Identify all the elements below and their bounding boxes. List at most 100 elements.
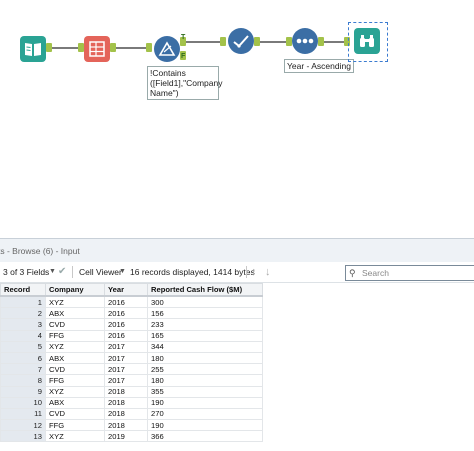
record-cell[interactable]: 1: [0, 295, 46, 309]
record-cell[interactable]: 4: [0, 329, 46, 342]
table-cell[interactable]: ABX: [45, 396, 105, 409]
filter-input-anchor[interactable]: [146, 43, 152, 52]
record-cell[interactable]: 10: [0, 396, 46, 409]
sample-tool[interactable]: [228, 28, 254, 54]
sample-input-anchor[interactable]: [220, 37, 226, 46]
table-cell[interactable]: CVD: [45, 363, 105, 376]
toolbar-divider: [72, 266, 73, 278]
table-cell[interactable]: 344: [147, 340, 263, 353]
table-cell[interactable]: 180: [147, 351, 263, 365]
viewer-dropdown-icon[interactable]: ▼: [119, 262, 126, 282]
table-cell[interactable]: CVD: [45, 318, 105, 331]
table-row[interactable]: 4 FFG 2016 165: [0, 329, 263, 342]
table-cell[interactable]: 255: [147, 363, 263, 376]
table-row[interactable]: 2 ABX 2016 156: [0, 307, 263, 320]
input-output-anchor[interactable]: [46, 43, 52, 52]
table-row[interactable]: 10 ABX 2018 190: [0, 396, 263, 409]
table-cell[interactable]: XYZ: [45, 340, 105, 353]
arrow-down-icon[interactable]: ↓: [265, 262, 271, 282]
table-cell[interactable]: 165: [147, 329, 263, 342]
arrow-up-icon[interactable]: ↑: [251, 262, 257, 282]
table-cell[interactable]: 190: [147, 419, 263, 432]
table-cell[interactable]: 355: [147, 385, 263, 398]
record-cell[interactable]: 11: [0, 407, 46, 421]
record-cell[interactable]: 2: [0, 307, 46, 320]
table-cell[interactable]: 2016: [104, 318, 148, 331]
table-cell[interactable]: 2017: [104, 340, 148, 353]
table-row[interactable]: 1 XYZ 2016 300: [0, 295, 263, 309]
workflow-canvas[interactable]: T F !Contains ([Field1],"Company Name") …: [0, 0, 474, 238]
cell-viewer-selector[interactable]: Cell Viewer: [79, 262, 122, 282]
column-header-company[interactable]: Company: [45, 283, 105, 297]
table-cell[interactable]: 2018: [104, 407, 148, 421]
fields-selector[interactable]: 3 of 3 Fields: [3, 262, 49, 282]
checkmark-icon[interactable]: ✔: [58, 262, 66, 282]
table-cell[interactable]: 2017: [104, 363, 148, 376]
table-row[interactable]: 12 FFG 2018 190: [0, 419, 263, 432]
table-cell[interactable]: 2016: [104, 295, 148, 309]
search-box[interactable]: ⚲ Search: [345, 265, 474, 281]
search-icon: ⚲: [349, 268, 356, 278]
column-header-record[interactable]: Record: [0, 283, 46, 297]
table-cell[interactable]: FFG: [45, 419, 105, 432]
results-title: ts - Browse (6) - Input: [0, 246, 80, 256]
select-tool[interactable]: [84, 36, 110, 62]
table-cell[interactable]: 270: [147, 407, 263, 421]
table-cell[interactable]: 2016: [104, 329, 148, 342]
table-cell[interactable]: 2016: [104, 307, 148, 320]
table-cell[interactable]: 233: [147, 318, 263, 331]
records-status: 16 records displayed, 1414 bytes: [130, 267, 255, 277]
table-row[interactable]: 11 CVD 2018 270: [0, 407, 263, 421]
filter-true-label: T: [181, 34, 186, 41]
table-cell[interactable]: 2017: [104, 351, 148, 365]
book-icon: [25, 43, 41, 56]
column-header-year[interactable]: Year: [104, 283, 148, 297]
record-cell[interactable]: 13: [0, 430, 46, 443]
table-cell[interactable]: ABX: [45, 351, 105, 365]
table-cell[interactable]: 2018: [104, 396, 148, 409]
record-cell[interactable]: 12: [0, 419, 46, 432]
table-cell[interactable]: 156: [147, 307, 263, 320]
filter-tool[interactable]: [154, 36, 180, 62]
input-tool[interactable]: [20, 36, 46, 62]
table-row[interactable]: 6 ABX 2017 180: [0, 351, 263, 365]
table-cell[interactable]: 180: [147, 374, 263, 387]
table-cell[interactable]: 2019: [104, 430, 148, 443]
browse-tool[interactable]: [354, 28, 380, 54]
table-row[interactable]: 9 XYZ 2018 355: [0, 385, 263, 398]
table-row[interactable]: 3 CVD 2016 233: [0, 318, 263, 331]
record-cell[interactable]: 6: [0, 351, 46, 365]
table-cell[interactable]: CVD: [45, 407, 105, 421]
table-cell[interactable]: 2018: [104, 419, 148, 432]
table-row[interactable]: 7 CVD 2017 255: [0, 363, 263, 376]
search-input[interactable]: Search: [362, 266, 389, 280]
record-cell[interactable]: 5: [0, 340, 46, 353]
select-output-anchor[interactable]: [110, 43, 116, 52]
table-cell[interactable]: 366: [147, 430, 263, 443]
record-cell[interactable]: 9: [0, 385, 46, 398]
column-header-cash-flow[interactable]: Reported Cash Flow ($M): [147, 283, 263, 297]
table-cell[interactable]: XYZ: [45, 295, 105, 309]
record-cell[interactable]: 8: [0, 374, 46, 387]
sample-output-anchor[interactable]: [254, 37, 260, 46]
sort-tool[interactable]: [292, 28, 318, 54]
table-cell[interactable]: 2018: [104, 385, 148, 398]
table-row[interactable]: 5 XYZ 2017 344: [0, 340, 263, 353]
record-cell[interactable]: 7: [0, 363, 46, 376]
table-cell[interactable]: FFG: [45, 329, 105, 342]
results-table: Record Company Year Reported Cash Flow (…: [0, 283, 263, 443]
record-cell[interactable]: 3: [0, 318, 46, 331]
table-cell[interactable]: 2017: [104, 374, 148, 387]
table-row[interactable]: 13 XYZ 2019 366: [0, 430, 263, 443]
toolbar-divider: [246, 266, 247, 278]
fields-dropdown-icon[interactable]: ▼: [49, 262, 56, 282]
table-cell[interactable]: ABX: [45, 307, 105, 320]
table-cell[interactable]: XYZ: [45, 385, 105, 398]
table-cell[interactable]: 300: [147, 295, 263, 309]
filter-false-label: F: [181, 53, 186, 60]
table-cell[interactable]: XYZ: [45, 430, 105, 443]
table-cell[interactable]: FFG: [45, 374, 105, 387]
sort-output-anchor[interactable]: [318, 37, 324, 46]
table-row[interactable]: 8 FFG 2017 180: [0, 374, 263, 387]
table-cell[interactable]: 190: [147, 396, 263, 409]
